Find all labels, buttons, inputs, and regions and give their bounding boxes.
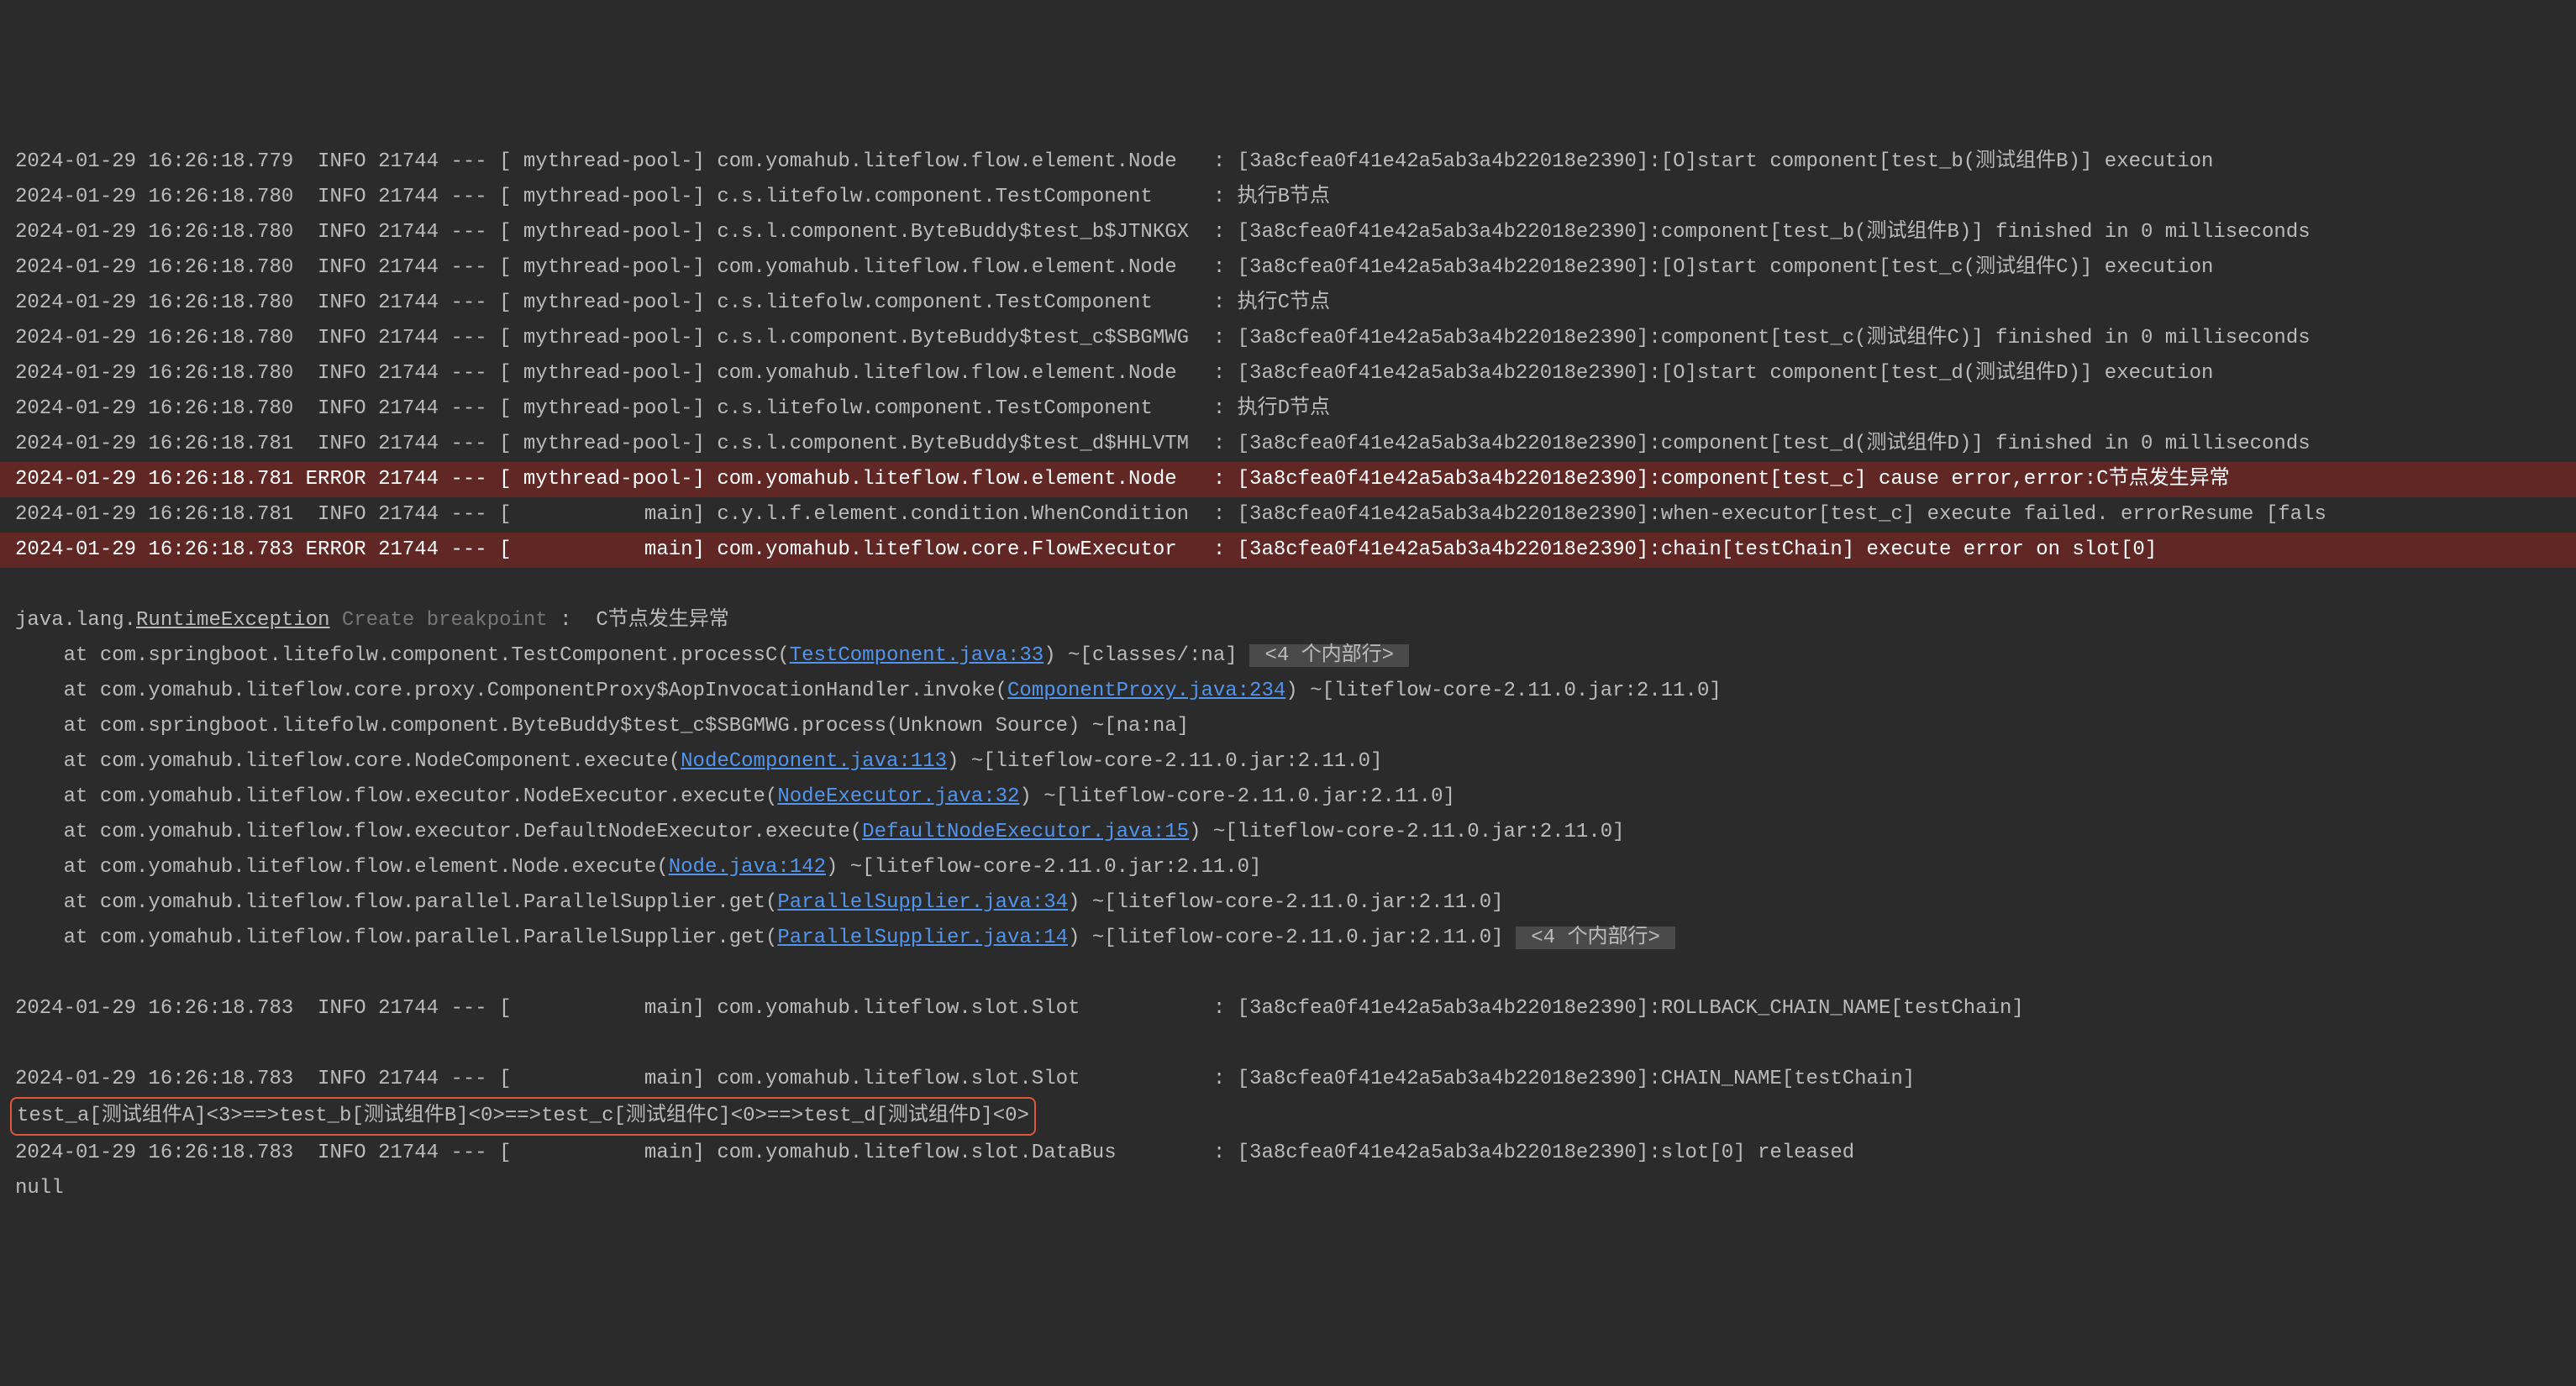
log-line: 2024-01-29 16:26:18.783 INFO 21744 --- [… — [0, 1136, 2576, 1171]
stack-suffix: ) ~[liteflow-core-2.11.0.jar:2.11.0] — [1019, 785, 1454, 808]
exception-type[interactable]: RuntimeException — [136, 609, 329, 632]
log-line: 2024-01-29 16:26:18.780 INFO 21744 --- [… — [0, 215, 2576, 250]
stack-text: at com.yomahub.liteflow.flow.parallel.Pa… — [15, 927, 777, 949]
stack-text: at com.springboot.litefolw.component.Byt… — [15, 715, 1189, 738]
source-link[interactable]: NodeExecutor.java:32 — [777, 785, 1019, 808]
log-line: 2024-01-29 16:26:18.781 INFO 21744 --- [… — [0, 497, 2576, 533]
blank-line — [0, 956, 2576, 991]
stack-frame: at com.yomahub.liteflow.flow.executor.No… — [0, 780, 2576, 815]
stack-frame: at com.yomahub.liteflow.core.proxy.Compo… — [0, 674, 2576, 709]
chain-name-log: 2024-01-29 16:26:18.783 INFO 21744 --- [… — [0, 1062, 2576, 1097]
log-line: 2024-01-29 16:26:18.780 INFO 21744 --- [… — [0, 391, 2576, 427]
chain-path-line: test_a[测试组件A]<3>==>test_b[测试组件B]<0>==>te… — [0, 1097, 2576, 1136]
stack-frame: at com.yomahub.liteflow.flow.parallel.Pa… — [0, 921, 2576, 956]
log-line: 2024-01-29 16:26:18.781 ERROR 21744 --- … — [0, 462, 2576, 497]
stack-suffix: ) ~[liteflow-core-2.11.0.jar:2.11.0] — [1068, 927, 1503, 949]
stack-text: at com.yomahub.liteflow.core.proxy.Compo… — [15, 680, 1007, 702]
stack-text: at com.yomahub.liteflow.flow.parallel.Pa… — [15, 891, 777, 914]
stack-suffix: ) ~[liteflow-core-2.11.0.jar:2.11.0] — [947, 750, 1382, 773]
source-link[interactable]: Node.java:142 — [669, 856, 826, 879]
stack-suffix: ) ~[liteflow-core-2.11.0.jar:2.11.0] — [1189, 821, 1624, 843]
stack-suffix: ) ~[liteflow-core-2.11.0.jar:2.11.0] — [826, 856, 1261, 879]
log-line: 2024-01-29 16:26:18.780 INFO 21744 --- [… — [0, 180, 2576, 215]
source-link[interactable]: NodeComponent.java:113 — [681, 750, 947, 773]
log-line: 2024-01-29 16:26:18.780 INFO 21744 --- [… — [0, 286, 2576, 321]
stack-frame: at com.yomahub.liteflow.flow.executor.De… — [0, 815, 2576, 850]
source-link[interactable]: ComponentProxy.java:234 — [1007, 680, 1285, 702]
log-line: 2024-01-29 16:26:18.781 INFO 21744 --- [… — [0, 427, 2576, 462]
chain-path-highlight: test_a[测试组件A]<3>==>test_b[测试组件B]<0>==>te… — [10, 1097, 1036, 1136]
create-breakpoint-link[interactable]: Create breakpoint — [329, 609, 547, 632]
stack-frame: at com.yomahub.liteflow.flow.element.Nod… — [0, 850, 2576, 885]
source-link[interactable]: ParallelSupplier.java:34 — [777, 891, 1068, 914]
stack-text: at com.yomahub.liteflow.flow.element.Nod… — [15, 856, 669, 879]
log-line: 2024-01-29 16:26:18.783 ERROR 21744 --- … — [0, 533, 2576, 568]
source-link[interactable]: ParallelSupplier.java:14 — [777, 927, 1068, 949]
exception-package: java.lang. — [15, 609, 136, 632]
exception-header: java.lang.RuntimeException Create breakp… — [0, 603, 2576, 638]
stack-frame: at com.yomahub.liteflow.core.NodeCompone… — [0, 744, 2576, 780]
stack-suffix: ) ~[classes/:na] — [1044, 644, 1237, 667]
exception-message: : C节点发生异常 — [548, 609, 729, 632]
blank-line — [0, 568, 2576, 603]
log-line: 2024-01-29 16:26:18.780 INFO 21744 --- [… — [0, 250, 2576, 286]
collapsed-frames-badge[interactable]: <4 个内部行> — [1249, 644, 1409, 667]
stack-suffix: ) ~[liteflow-core-2.11.0.jar:2.11.0] — [1068, 891, 1503, 914]
log-line: 2024-01-29 16:26:18.780 INFO 21744 --- [… — [0, 356, 2576, 391]
collapsed-frames-badge[interactable]: <4 个内部行> — [1516, 927, 1675, 949]
console-output[interactable]: 2024-01-29 16:26:18.779 INFO 21744 --- [… — [0, 144, 2576, 1206]
stack-text: at com.yomahub.liteflow.core.NodeCompone… — [15, 750, 681, 773]
source-link[interactable]: DefaultNodeExecutor.java:15 — [862, 821, 1189, 843]
stack-frame: at com.springboot.litefolw.component.Tes… — [0, 638, 2576, 674]
stack-frame: at com.springboot.litefolw.component.Byt… — [0, 709, 2576, 744]
log-line: 2024-01-29 16:26:18.783 INFO 21744 --- [… — [0, 991, 2576, 1026]
stack-text: at com.yomahub.liteflow.flow.executor.De… — [15, 821, 862, 843]
blank-line — [0, 1026, 2576, 1062]
source-link[interactable]: TestComponent.java:33 — [790, 644, 1044, 667]
stack-frame: at com.yomahub.liteflow.flow.parallel.Pa… — [0, 885, 2576, 921]
log-line: null — [0, 1171, 2576, 1206]
stack-text: at com.yomahub.liteflow.flow.executor.No… — [15, 785, 777, 808]
stack-text: at com.springboot.litefolw.component.Tes… — [15, 644, 790, 667]
stack-suffix: ) ~[liteflow-core-2.11.0.jar:2.11.0] — [1285, 680, 1721, 702]
log-line: 2024-01-29 16:26:18.780 INFO 21744 --- [… — [0, 321, 2576, 356]
log-line: 2024-01-29 16:26:18.779 INFO 21744 --- [… — [0, 144, 2576, 180]
